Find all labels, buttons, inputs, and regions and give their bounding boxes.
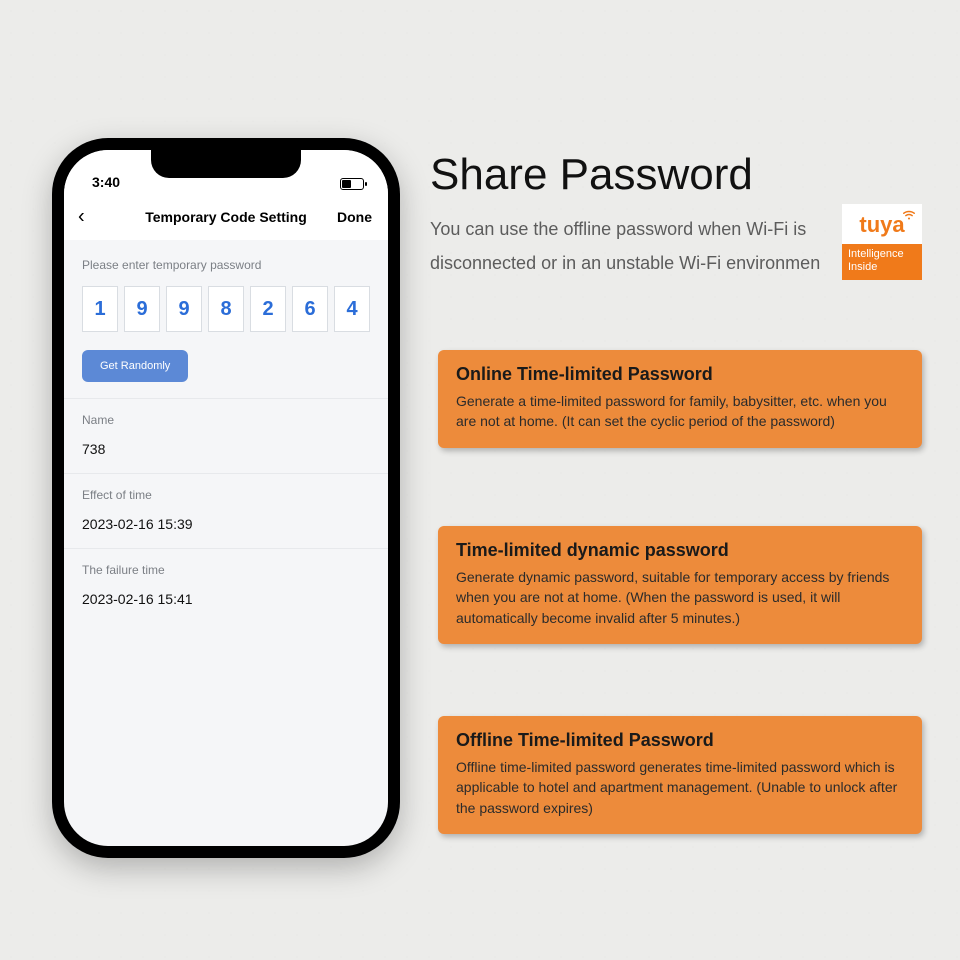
otp-cell[interactable]: 1 xyxy=(82,286,118,332)
card-body: Generate dynamic password, suitable for … xyxy=(456,567,904,628)
row-value: 2023-02-16 15:39 xyxy=(82,516,370,532)
done-button[interactable]: Done xyxy=(337,209,372,225)
row-label: Effect of time xyxy=(82,488,370,502)
feature-card-dynamic: Time-limited dynamic password Generate d… xyxy=(438,526,922,644)
otp-hint: Please enter temporary password xyxy=(82,258,370,272)
tuya-badge: tuya Intelligence Inside xyxy=(842,204,922,280)
phone-mockup: 3:40 ‹ Temporary Code Setting Done Pleas… xyxy=(52,138,400,858)
battery-icon xyxy=(340,178,364,190)
card-title: Offline Time-limited Password xyxy=(456,730,904,751)
card-body: Generate a time-limited password for fam… xyxy=(456,391,904,432)
otp-cell[interactable]: 8 xyxy=(208,286,244,332)
feature-card-offline: Offline Time-limited Password Offline ti… xyxy=(438,716,922,834)
otp-cell[interactable]: 2 xyxy=(250,286,286,332)
get-randomly-button[interactable]: Get Randomly xyxy=(82,350,188,382)
nav-bar: ‹ Temporary Code Setting Done xyxy=(64,194,388,240)
phone-notch xyxy=(151,150,301,178)
back-icon[interactable]: ‹ xyxy=(78,206,85,229)
row-label: The failure time xyxy=(82,563,370,577)
tuya-brand-text: tuya xyxy=(859,212,904,237)
tuya-brand: tuya xyxy=(842,204,922,244)
row-effect-time[interactable]: Effect of time 2023-02-16 15:39 xyxy=(64,473,388,548)
row-value: 738 xyxy=(82,441,370,457)
card-title: Time-limited dynamic password xyxy=(456,540,904,561)
row-label: Name xyxy=(82,413,370,427)
feature-card-online: Online Time-limited Password Generate a … xyxy=(438,350,922,448)
otp-cell[interactable]: 4 xyxy=(334,286,370,332)
card-body: Offline time-limited password generates … xyxy=(456,757,904,818)
wifi-icon xyxy=(902,208,916,222)
otp-section: Please enter temporary password 1 9 9 8 … xyxy=(64,240,388,398)
row-failure-time[interactable]: The failure time 2023-02-16 15:41 xyxy=(64,548,388,623)
settings-list: Name 738 Effect of time 2023-02-16 15:39… xyxy=(64,398,388,623)
page-title: Temporary Code Setting xyxy=(145,209,307,225)
phone-screen: 3:40 ‹ Temporary Code Setting Done Pleas… xyxy=(64,150,388,846)
status-time: 3:40 xyxy=(92,174,120,190)
card-title: Online Time-limited Password xyxy=(456,364,904,385)
row-value: 2023-02-16 15:41 xyxy=(82,591,370,607)
otp-cell[interactable]: 6 xyxy=(292,286,328,332)
otp-cell[interactable]: 9 xyxy=(124,286,160,332)
otp-input[interactable]: 1 9 9 8 2 6 4 xyxy=(82,286,370,332)
otp-cell[interactable]: 9 xyxy=(166,286,202,332)
headline: Share Password xyxy=(430,150,753,200)
tuya-tagline: Intelligence Inside xyxy=(842,244,922,280)
subhead: You can use the offline password when Wi… xyxy=(430,212,830,280)
row-name[interactable]: Name 738 xyxy=(64,398,388,473)
